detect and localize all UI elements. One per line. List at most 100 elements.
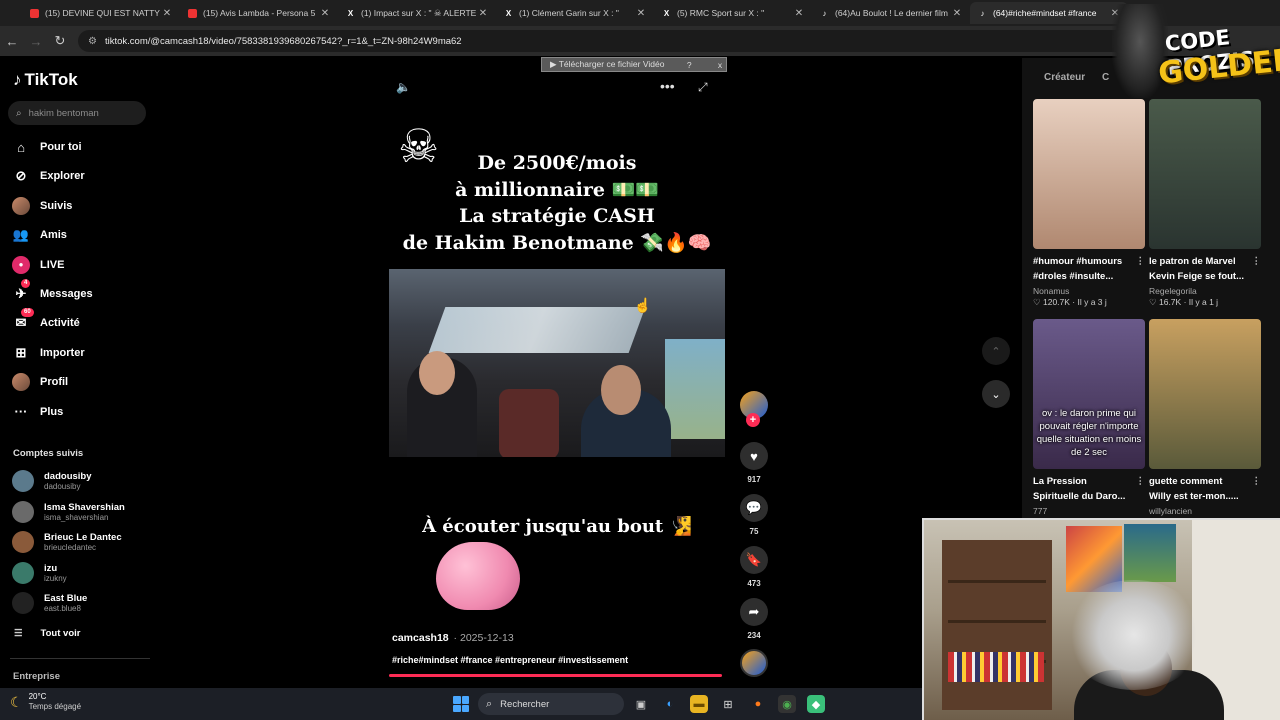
sidebar-item-activit-[interactable]: ✉ 60 Activité (12, 308, 152, 334)
forward-icon[interactable]: → (24, 34, 48, 49)
sidebar-item-explorer[interactable]: ⊘ Explorer (12, 165, 152, 187)
video-author[interactable]: camcash18 · 2025-12-13 (392, 632, 514, 644)
sidebar-item-plus[interactable]: ··· Plus (12, 401, 152, 423)
edge-icon[interactable]: ◐ (661, 695, 679, 713)
firefox-icon[interactable]: ● (749, 695, 767, 713)
related-video-author[interactable]: Regelegorila (1149, 286, 1218, 297)
taskbar-search[interactable]: ⌕ Rechercher (478, 693, 624, 715)
app-icon[interactable]: ◆ (807, 695, 825, 713)
more-options-icon[interactable]: ⋮ (1136, 474, 1146, 489)
avatar (12, 531, 34, 553)
site-info-icon[interactable]: ⚙ (88, 36, 97, 47)
fullscreen-icon[interactable]: ⤢ (698, 80, 708, 95)
like-action[interactable]: ♥ 917 (738, 442, 770, 484)
sidebar-item-suivis[interactable]: Suivis (12, 195, 152, 217)
tab-close-icon[interactable]: ✕ (476, 8, 490, 19)
address-bar[interactable]: ⚙ tiktok.com/@camcash18/video/7583381939… (78, 30, 1158, 52)
next-video-icon[interactable]: ⌄ (982, 380, 1010, 408)
store-icon[interactable]: ⊞ (719, 695, 737, 713)
tab-creator[interactable]: Créateur (1044, 72, 1085, 83)
avatar-icon (12, 196, 30, 215)
youtube-icon (30, 8, 39, 18)
sidebar-item-pour-toi[interactable]: ⌂ Pour toi (12, 136, 152, 158)
company-link[interactable]: Entreprise (13, 671, 60, 682)
followed-account[interactable]: izu izukny (12, 560, 152, 586)
see-all-button[interactable]: ☰ Tout voir (14, 628, 80, 639)
related-video-thumbnail[interactable]: ov : le daron prime qui pouvait régler n… (1033, 319, 1145, 469)
share-action[interactable]: ➦ 234 (738, 598, 770, 640)
tab-close-icon[interactable]: ✕ (318, 8, 332, 19)
browser-tab[interactable]: (15) Avis Lambda - Persona 5 R ✕ (180, 2, 338, 24)
save-count: 473 (747, 579, 761, 588)
related-video-caption[interactable]: guette comment Willy est ter-mon..... ⋮ (1149, 474, 1261, 504)
more-options-icon[interactable]: ⋮ (1136, 254, 1146, 269)
heart-icon[interactable]: ♥ (740, 442, 768, 470)
sidebar-item-amis[interactable]: 👥 Amis (12, 224, 152, 246)
related-video-thumbnail[interactable] (1033, 99, 1145, 249)
video-hashtags[interactable]: #riche#mindset #france #entrepreneur #in… (392, 655, 628, 665)
tab-close-icon[interactable]: ✕ (792, 8, 806, 19)
like-count: 917 (747, 475, 761, 484)
car-window (665, 339, 725, 439)
heart-icon: ♡ (1149, 297, 1159, 307)
followed-account[interactable]: dadousiby dadousiby (12, 468, 152, 494)
search-input[interactable]: ⌕ hakim bentoman (8, 101, 146, 125)
previous-video-icon[interactable]: ⌃ (982, 337, 1010, 365)
more-options-icon[interactable]: ••• (660, 78, 675, 94)
task-view-icon[interactable]: ▣ (632, 695, 650, 713)
followed-account[interactable]: Isma Shavershian isma_shavershian (12, 499, 152, 525)
back-icon[interactable]: ← (0, 34, 24, 49)
tab-close-icon[interactable]: ✕ (634, 8, 648, 19)
x-icon: X (347, 8, 354, 18)
follow-plus-icon[interactable]: + (746, 413, 760, 427)
related-video-author[interactable]: Nonamus (1033, 286, 1107, 297)
browser-tab[interactable]: X (5) RMC Sport sur X : " ✕ (654, 2, 812, 24)
tab-c[interactable]: C (1102, 72, 1109, 83)
tiktok-logo[interactable]: ♪ TikTok (13, 70, 78, 90)
related-video-thumbnail[interactable] (1149, 319, 1261, 469)
video-progress-bar[interactable] (389, 674, 722, 677)
chrome-icon[interactable]: ◉ (778, 695, 796, 713)
tab-close-icon[interactable]: ✕ (950, 8, 964, 19)
browser-tab[interactable]: ♪ (64)Au Boulot ! Le dernier film ✕ (812, 2, 970, 24)
music-disc-icon[interactable] (740, 649, 768, 677)
followed-account[interactable]: East Blue east.blue8 (12, 590, 152, 616)
messages-icon: ✈ 4 (12, 279, 31, 303)
avatar (12, 561, 34, 584)
related-video-caption[interactable]: La Pression Spirituelle du Daro... ⋮ (1033, 474, 1145, 504)
mouse-cursor-icon: ☝ (634, 297, 652, 313)
related-video-author[interactable]: willylancien (1149, 506, 1192, 517)
followed-account[interactable]: Brieuc Le Dantec brieucledantec (12, 529, 152, 555)
avatar (12, 470, 34, 492)
browser-tab[interactable]: X (1) Clément Garin sur X : " ✕ (496, 2, 654, 24)
comment-icon[interactable]: 💬 (740, 494, 768, 522)
sidebar-item-live[interactable]: ● LIVE (12, 254, 152, 276)
related-video-caption[interactable]: le patron de Marvel Kevin Feige se fout..… (1149, 254, 1261, 284)
browser-tab[interactable]: X (1) Impact sur X : " ☠ ALERTE ✕ (338, 2, 496, 24)
browser-tab[interactable]: (15) DEVINE QUI EST NATTY ? #✕ (22, 2, 180, 24)
sidebar-item-profil[interactable]: Profil (12, 371, 152, 393)
download-help-icon[interactable]: ? (683, 60, 695, 70)
more-options-icon[interactable]: ⋮ (1252, 474, 1262, 489)
related-video-thumbnail[interactable] (1149, 99, 1261, 249)
save-action[interactable]: 🔖 473 (738, 546, 770, 588)
browser-tab[interactable]: ♪(64)#riche#mindset #france✕ (970, 2, 1128, 24)
related-video-caption[interactable]: #humour #humours #droles #insulte... ⋮ (1033, 254, 1145, 284)
comment-action[interactable]: 💬 75 (738, 494, 770, 536)
related-video-author[interactable]: 777 (1033, 506, 1047, 517)
tab-close-icon[interactable]: ✕ (160, 8, 174, 19)
webcam-overlay (922, 518, 1280, 720)
download-close-icon[interactable]: x (714, 60, 726, 70)
more-options-icon[interactable]: ⋮ (1252, 254, 1262, 269)
volume-icon[interactable]: 🔈 (396, 80, 411, 94)
windows-start-icon[interactable] (453, 696, 469, 712)
weather-widget[interactable]: ☾ 20°C Temps dégagé (10, 692, 81, 712)
author-name[interactable]: camcash18 (392, 632, 449, 644)
bookmark-icon[interactable]: 🔖 (740, 546, 768, 574)
file-explorer-icon[interactable]: ▬ (690, 695, 708, 713)
reload-icon[interactable]: ↻ (48, 33, 72, 49)
download-video-bar[interactable]: ▶ Télécharger ce fichier Vidéo ? x (541, 57, 727, 72)
sidebar-item-messages[interactable]: ✈ 4 Messages (12, 279, 152, 305)
share-icon[interactable]: ➦ (740, 598, 768, 626)
sidebar-item-importer[interactable]: ⊞ Importer (12, 342, 152, 364)
